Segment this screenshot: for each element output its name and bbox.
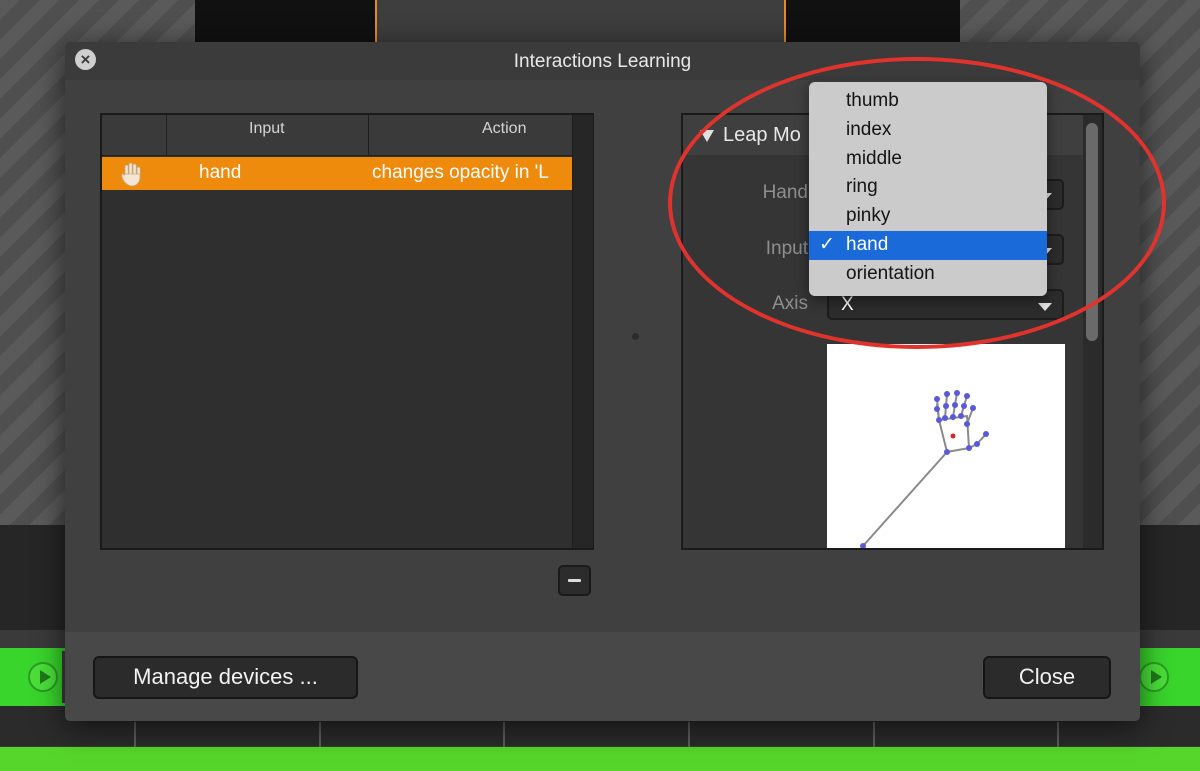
- timeline-clip-bar: [0, 747, 1200, 771]
- input-cell: hand: [199, 162, 242, 183]
- video-preview: [375, 0, 786, 43]
- dialog-footer: Manage devices ... Close: [65, 632, 1140, 721]
- play-icon[interactable]: [1139, 662, 1169, 692]
- minus-icon: [568, 579, 581, 582]
- hand-skeleton-image: [860, 390, 989, 548]
- column-header-input[interactable]: Input: [249, 120, 285, 138]
- highlight-annotation-ellipse: [668, 57, 1166, 349]
- column-separator: [166, 115, 167, 155]
- column-separator: [368, 115, 369, 155]
- table-row[interactable]: hand changes opacity in 'L: [102, 157, 572, 190]
- table-header: Input Action: [102, 115, 592, 156]
- column-header-action[interactable]: Action: [482, 120, 526, 138]
- remove-interaction-button[interactable]: [558, 565, 591, 596]
- action-cell: changes opacity in 'L: [372, 162, 549, 183]
- hand-tracking-preview: [827, 344, 1065, 548]
- splitter-handle[interactable]: [632, 333, 639, 340]
- hand-icon: [121, 162, 141, 187]
- manage-devices-button[interactable]: Manage devices ...: [93, 656, 358, 699]
- play-icon[interactable]: [28, 662, 58, 692]
- close-button[interactable]: Close: [983, 656, 1111, 699]
- interactions-table: Input Action hand changes opacity in 'L: [100, 113, 594, 550]
- table-scrollbar[interactable]: [572, 115, 593, 548]
